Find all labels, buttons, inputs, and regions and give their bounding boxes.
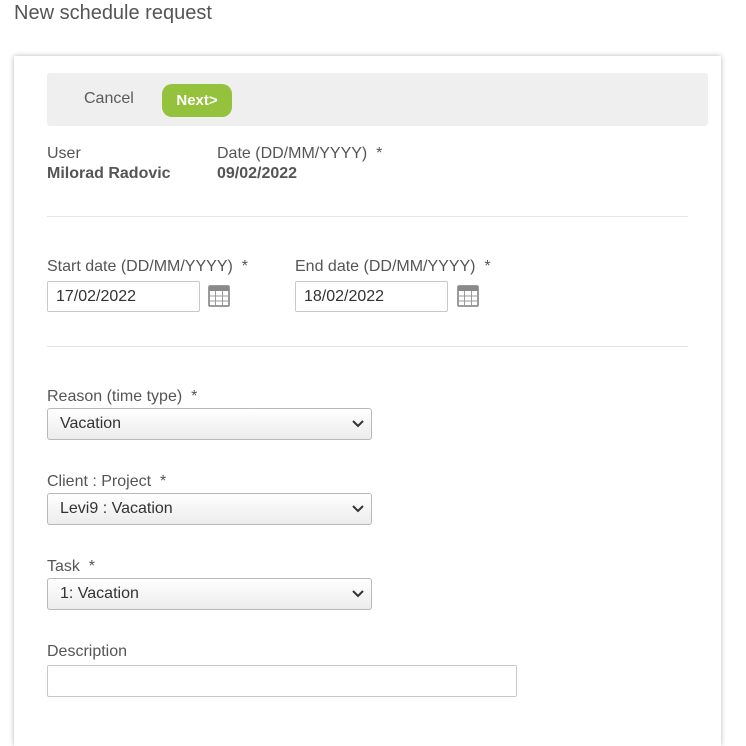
task-label: Task * [47,558,95,576]
task-select[interactable]: 1: Vacation [47,578,372,610]
reason-select[interactable]: Vacation [47,408,372,440]
calendar-icon[interactable] [208,285,230,307]
client-project-selected-value: Levi9 : Vacation [60,500,173,517]
chevron-down-icon [352,420,364,428]
end-date-input[interactable] [295,281,448,312]
chevron-down-icon [352,590,364,598]
client-project-label-text: Client : Project [47,473,152,490]
next-button[interactable]: Next> [162,84,232,117]
chevron-down-icon [352,505,364,513]
reason-label-text: Reason (time type) [47,388,183,405]
user-label: User [47,145,81,162]
reason-label: Reason (time type) * [47,388,197,406]
required-mark: * [159,473,167,490]
client-project-label: Client : Project * [47,473,166,491]
reason-selected-value: Vacation [60,415,122,432]
date-label-text: Date (DD/MM/YYYY) [217,145,368,162]
start-date-label: Start date (DD/MM/YYYY) * [47,258,248,276]
required-mark: * [484,258,491,275]
end-date-label-text: End date (DD/MM/YYYY) [295,258,476,275]
start-date-input[interactable] [47,281,200,312]
description-label: Description [47,643,128,660]
date-label: Date (DD/MM/YYYY) * [217,145,382,163]
date-value: 09/02/2022 [217,165,298,182]
calendar-icon[interactable] [457,285,479,307]
end-date-label: End date (DD/MM/YYYY) * [295,258,491,276]
schedule-form-card: Cancel Next> User Milorad Radovic Date (… [14,56,721,746]
required-mark: * [241,258,248,275]
user-value: Milorad Radovic [47,165,171,182]
start-date-label-text: Start date (DD/MM/YYYY) [47,258,233,275]
required-mark: * [376,145,383,162]
task-label-text: Task [47,558,80,575]
cancel-button[interactable]: Cancel [84,90,134,108]
section-divider [47,216,688,217]
form-toolbar: Cancel Next> [47,73,708,126]
task-selected-value: 1: Vacation [60,585,139,602]
required-mark: * [191,388,198,405]
section-divider [47,346,688,347]
client-project-select[interactable]: Levi9 : Vacation [47,493,372,525]
required-mark: * [88,558,96,575]
page-title: New schedule request [14,2,212,24]
description-input[interactable] [47,665,517,697]
